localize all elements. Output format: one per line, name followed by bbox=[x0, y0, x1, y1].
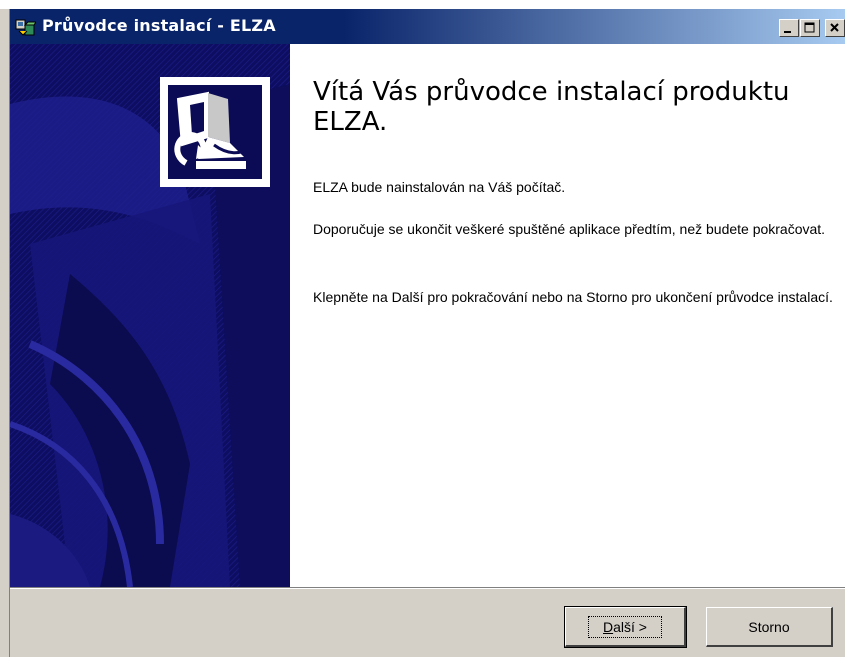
title-bar[interactable]: Průvodce instalací - ELZA bbox=[10, 9, 845, 44]
welcome-heading: Vítá Vás průvodce instalací produktu ELZ… bbox=[313, 77, 790, 137]
setup-box-icon bbox=[15, 19, 36, 36]
top-strip bbox=[0, 0, 845, 9]
next-button-label: Další > bbox=[588, 615, 662, 638]
install-info-text: ELZA bude nainstalován na Váš počítač. bbox=[313, 179, 566, 195]
maximize-icon bbox=[804, 22, 815, 33]
maximize-button[interactable] bbox=[800, 19, 820, 37]
close-icon bbox=[830, 23, 839, 32]
window-frame-left bbox=[0, 9, 10, 657]
close-apps-text: Doporučuje se ukončit veškeré spuštěné a… bbox=[313, 221, 826, 237]
minimize-icon bbox=[784, 31, 791, 33]
wizard-banner bbox=[10, 44, 290, 587]
minimize-button[interactable] bbox=[779, 19, 799, 37]
computer-install-icon bbox=[160, 77, 270, 187]
next-button[interactable]: Další > bbox=[564, 606, 687, 648]
window-title: Průvodce instalací - ELZA bbox=[42, 16, 276, 35]
close-button[interactable] bbox=[825, 19, 845, 37]
wizard-content: Vítá Vás průvodce instalací produktu ELZ… bbox=[290, 44, 845, 587]
cancel-button[interactable]: Storno bbox=[706, 607, 833, 647]
instructions-text: Klepněte na Další pro pokračování nebo n… bbox=[313, 289, 833, 305]
